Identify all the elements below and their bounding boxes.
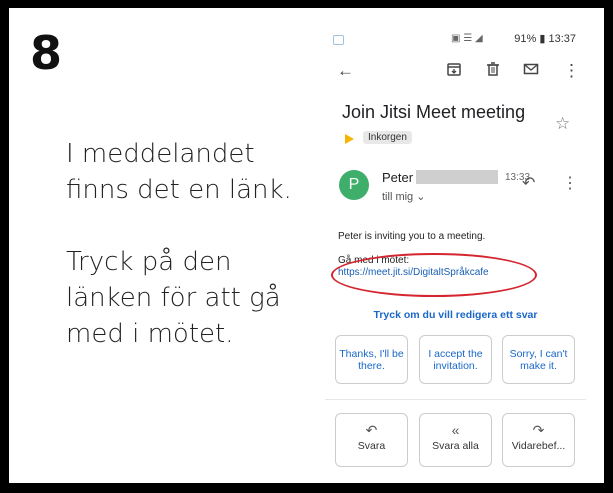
- smart-reply-button[interactable]: I accept the invitation.: [419, 335, 492, 384]
- recipient-details[interactable]: till mig ⌄: [382, 190, 425, 203]
- reply-all-button[interactable]: « Svara alla: [419, 413, 492, 467]
- instruction-line: länken för att gå: [66, 283, 281, 313]
- edit-reply-link[interactable]: Tryck om du vill redigera ett svar: [325, 309, 586, 321]
- sender-name: Peter: [382, 170, 414, 185]
- instruction-line: med i mötet.: [66, 319, 234, 349]
- redacted-box: [416, 170, 498, 184]
- more-vert-icon[interactable]: ⋮: [562, 173, 578, 193]
- status-right: 91% ▮ 13:37: [514, 32, 576, 45]
- battery-level: 91%: [514, 33, 537, 45]
- body-text: Peter is inviting you to a meeting.: [338, 231, 486, 242]
- smart-reply-button[interactable]: Sorry, I can't make it.: [502, 335, 575, 384]
- step-number: 8: [30, 26, 63, 80]
- more-vert-icon[interactable]: ⋮: [563, 61, 580, 81]
- signal-icons: ▣ ☰ ◢: [451, 33, 483, 44]
- reply-all-icon: «: [451, 422, 460, 438]
- inbox-label[interactable]: Inkorgen: [363, 131, 412, 144]
- divider: [325, 399, 586, 400]
- reply-button[interactable]: ↶ Svara: [335, 413, 408, 467]
- star-icon[interactable]: ☆: [555, 114, 570, 134]
- battery-icon: ▮: [539, 33, 546, 45]
- notification-icon: [333, 35, 344, 45]
- smart-reply-button[interactable]: Thanks, I'll be there.: [335, 335, 408, 384]
- instruction-line: Tryck på den: [66, 247, 232, 277]
- instruction-line: finns det en länk.: [66, 175, 292, 205]
- forward-icon: ↷: [532, 422, 545, 438]
- email-toolbar: ← ⋮: [325, 57, 586, 87]
- mail-icon[interactable]: [523, 61, 539, 82]
- back-arrow-icon[interactable]: ←: [337, 61, 354, 81]
- instruction-text-2: Tryck på den länken för att gå med i möt…: [66, 244, 281, 352]
- instruction-line: I meddelandet: [66, 139, 255, 169]
- status-bar: ▣ ☰ ◢ 91% ▮ 13:37: [325, 27, 586, 53]
- email-subject: Join Jitsi Meet meeting: [342, 102, 526, 122]
- phone-screenshot: ▣ ☰ ◢ 91% ▮ 13:37 ← ⋮ Join Jitsi Meet me…: [325, 27, 586, 467]
- reply-icon[interactable]: ↶: [522, 173, 535, 193]
- forward-label: Vidarebef...: [511, 440, 566, 452]
- archive-icon[interactable]: [446, 61, 462, 82]
- instruction-text-1: I meddelandet finns det en länk.: [66, 136, 292, 208]
- clock: 13:37: [548, 33, 576, 45]
- reply-label: Svara: [357, 440, 386, 452]
- reply-all-label: Svara alla: [432, 440, 479, 452]
- recipient-text: till mig: [382, 191, 414, 203]
- reply-icon: ↶: [365, 422, 378, 438]
- important-marker-icon: [345, 134, 354, 144]
- avatar[interactable]: P: [339, 170, 369, 200]
- highlight-circle: [331, 253, 537, 297]
- forward-button[interactable]: ↷ Vidarebef...: [502, 413, 575, 467]
- delete-icon[interactable]: [485, 61, 501, 82]
- chevron-down-icon: ⌄: [416, 191, 426, 203]
